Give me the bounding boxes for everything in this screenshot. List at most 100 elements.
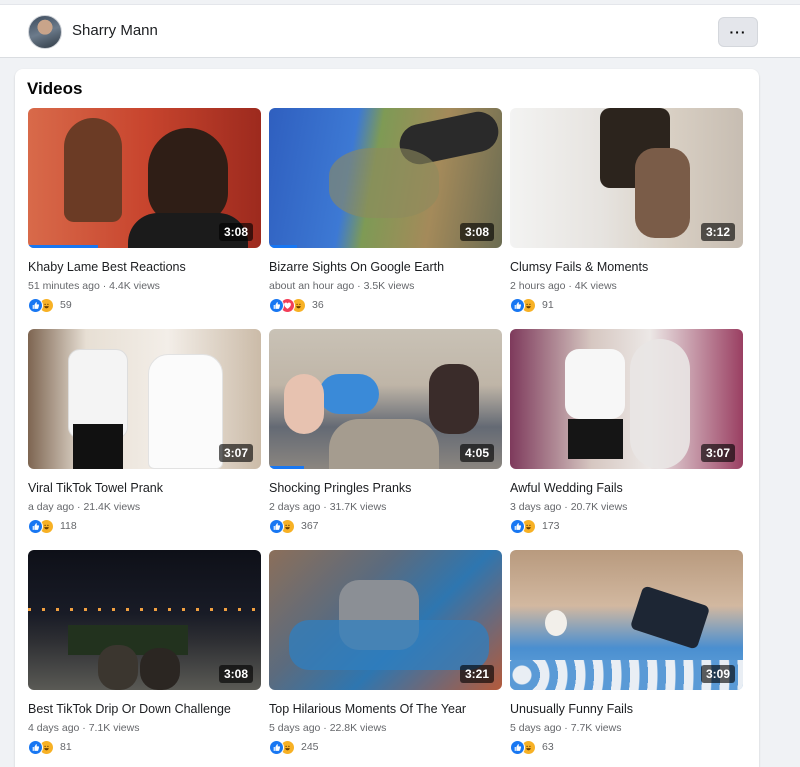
like-reaction-icon <box>269 739 284 755</box>
video-thumbnail[interactable]: 3:08 <box>28 108 261 248</box>
person-shape <box>429 364 479 434</box>
video-item[interactable]: 3:21 Top Hilarious Moments Of The Year 5… <box>269 550 502 758</box>
duration-badge: 3:09 <box>700 665 735 683</box>
video-meta: 3 days ago · 20.7K views <box>510 501 628 513</box>
profile-name[interactable]: Sharry Mann <box>72 22 158 39</box>
video-title[interactable]: Unusually Funny Fails <box>510 702 633 716</box>
video-item[interactable]: 4:05 Shocking Pringles Pranks 2 days ago… <box>269 329 502 537</box>
shirt-shape <box>319 374 379 414</box>
watch-progress-bar <box>269 245 297 248</box>
video-meta: 51 minutes ago · 4.4K views <box>28 280 160 292</box>
face-shape <box>148 128 228 223</box>
video-item[interactable]: 3:08 Best TikTok Drip Or Down Challenge … <box>28 550 261 758</box>
videos-card: Videos 3:08 Khaby Lame Best Reactions 51… <box>15 69 759 767</box>
video-meta: 5 days ago · 22.8K views <box>269 722 387 734</box>
video-title[interactable]: Khaby Lame Best Reactions <box>28 260 186 274</box>
reaction-count: 63 <box>542 741 554 753</box>
video-meta: 5 days ago · 7.7K views <box>510 722 622 734</box>
video-title[interactable]: Best TikTok Drip Or Down Challenge <box>28 702 231 716</box>
video-meta: 2 hours ago · 4K views <box>510 280 617 292</box>
duration-badge: 3:08 <box>218 223 253 241</box>
profile-header: Sharry Mann ··· <box>0 4 800 58</box>
video-meta: 2 days ago · 31.7K views <box>269 501 387 513</box>
duration-badge: 3:07 <box>218 444 253 462</box>
reactions[interactable]: 81 <box>28 739 72 755</box>
avatar[interactable] <box>28 15 62 49</box>
like-reaction-icon <box>269 518 284 534</box>
reactions[interactable]: 59 <box>28 297 72 313</box>
like-reaction-icon <box>510 518 525 534</box>
video-item[interactable]: 3:07 Awful Wedding Fails 3 days ago · 20… <box>510 329 743 537</box>
duration-badge: 3:08 <box>218 665 253 683</box>
like-reaction-icon <box>510 739 525 755</box>
reactions[interactable]: 367 <box>269 518 319 534</box>
like-reaction-icon <box>269 297 284 313</box>
duration-badge: 4:05 <box>459 444 494 462</box>
hand-shape <box>64 118 122 222</box>
video-thumbnail[interactable]: 3:09 <box>510 550 743 690</box>
like-reaction-icon <box>28 739 43 755</box>
video-thumbnail[interactable]: 3:08 <box>269 108 502 248</box>
reactions[interactable]: 118 <box>28 518 77 534</box>
shorts-shape <box>73 424 123 469</box>
video-item[interactable]: 3:07 Viral TikTok Towel Prank a day ago … <box>28 329 261 537</box>
reaction-count: 59 <box>60 299 72 311</box>
watch-progress-bar <box>269 466 304 469</box>
blanket-shape <box>329 419 439 469</box>
duration-badge: 3:21 <box>459 665 494 683</box>
egg-shape <box>545 610 567 636</box>
phone-shape <box>629 585 711 650</box>
video-item[interactable]: 3:12 Clumsy Fails & Moments 2 hours ago … <box>510 108 743 316</box>
reaction-count: 91 <box>542 299 554 311</box>
reaction-count: 245 <box>301 741 319 753</box>
watch-progress-bar <box>28 245 98 248</box>
video-grid: 3:08 Khaby Lame Best Reactions 51 minute… <box>28 108 743 758</box>
video-item[interactable]: 3:09 Unusually Funny Fails 5 days ago · … <box>510 550 743 758</box>
video-meta: about an hour ago · 3.5K views <box>269 280 415 292</box>
reaction-count: 367 <box>301 520 319 532</box>
video-thumbnail[interactable]: 3:08 <box>28 550 261 690</box>
video-title[interactable]: Bizarre Sights On Google Earth <box>269 260 444 274</box>
reaction-count: 173 <box>542 520 560 532</box>
video-thumbnail[interactable]: 3:21 <box>269 550 502 690</box>
person-shape <box>140 648 180 690</box>
video-title[interactable]: Shocking Pringles Pranks <box>269 481 411 495</box>
like-reaction-icon <box>28 297 43 313</box>
video-title[interactable]: Top Hilarious Moments Of The Year <box>269 702 466 716</box>
dress-shape <box>565 349 625 419</box>
video-meta: a day ago · 21.4K views <box>28 501 141 513</box>
like-reaction-icon <box>510 297 525 313</box>
section-title: Videos <box>27 79 83 98</box>
person-shape <box>98 645 138 690</box>
reactions[interactable]: 36 <box>269 297 324 313</box>
duration-badge: 3:12 <box>700 223 735 241</box>
towel-shape <box>148 354 223 469</box>
video-thumbnail[interactable]: 3:07 <box>28 329 261 469</box>
hammock-shape <box>289 620 489 670</box>
duration-badge: 3:07 <box>700 444 735 462</box>
video-item[interactable]: 3:08 Khaby Lame Best Reactions 51 minute… <box>28 108 261 316</box>
reactions[interactable]: 173 <box>510 518 560 534</box>
reaction-count: 118 <box>60 520 77 532</box>
more-options-button[interactable]: ··· <box>718 17 758 47</box>
video-thumbnail[interactable]: 3:12 <box>510 108 743 248</box>
reactions[interactable]: 245 <box>269 739 319 755</box>
video-title[interactable]: Clumsy Fails & Moments <box>510 260 648 274</box>
video-item[interactable]: 3:08 Bizarre Sights On Google Earth abou… <box>269 108 502 316</box>
video-title[interactable]: Awful Wedding Fails <box>510 481 623 495</box>
video-thumbnail[interactable]: 4:05 <box>269 329 502 469</box>
reactions[interactable]: 63 <box>510 739 554 755</box>
video-thumbnail[interactable]: 3:07 <box>510 329 743 469</box>
reactions[interactable]: 91 <box>510 297 554 313</box>
landmass-shape <box>329 148 439 218</box>
duration-badge: 3:08 <box>459 223 494 241</box>
city-lights-shape <box>28 608 261 611</box>
reaction-count: 81 <box>60 741 72 753</box>
shorts-shape <box>568 419 623 459</box>
reaction-count: 36 <box>312 299 324 311</box>
veil-shape <box>630 339 690 469</box>
like-reaction-icon <box>28 518 43 534</box>
dress-shape <box>635 148 690 238</box>
video-title[interactable]: Viral TikTok Towel Prank <box>28 481 163 495</box>
video-meta: 4 days ago · 7.1K views <box>28 722 140 734</box>
